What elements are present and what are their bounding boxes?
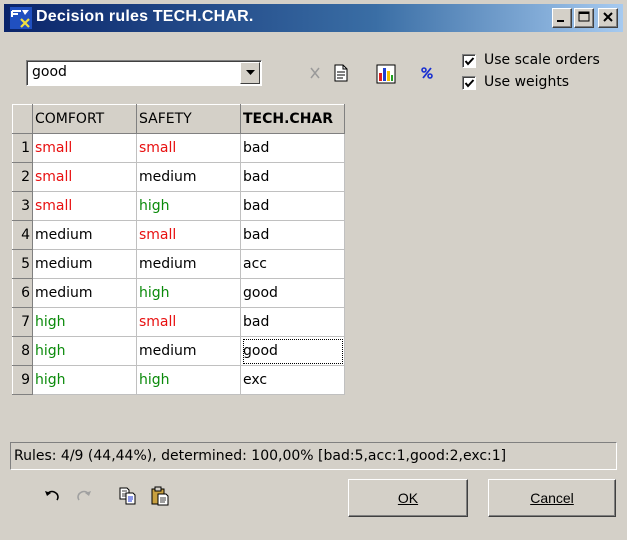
paste-icon [151, 486, 169, 506]
close-button[interactable] [598, 8, 618, 28]
cell-safety[interactable]: medium [136, 249, 241, 279]
cancel-label: Cancel [530, 490, 574, 506]
document-button[interactable] [328, 60, 354, 86]
cut-button[interactable] [302, 60, 328, 86]
checkmark-icon [464, 57, 475, 66]
cell-safety[interactable]: small [136, 307, 241, 337]
cell-comfort[interactable]: medium [32, 249, 137, 279]
grid-corner [12, 104, 33, 134]
ok-button[interactable]: OK [348, 479, 468, 517]
checkbox-label: Use scale orders [484, 52, 600, 68]
cell-safety[interactable]: small [136, 220, 241, 250]
column-header-comfort[interactable]: COMFORT [32, 104, 137, 134]
cell-tech-char[interactable]: exc [240, 365, 345, 395]
table-row[interactable]: 4 medium small bad [12, 220, 345, 250]
use-weights-checkbox[interactable]: Use weights [462, 74, 622, 92]
cell-comfort[interactable]: medium [32, 278, 137, 308]
cell-tech-char[interactable]: bad [240, 133, 345, 163]
cell-comfort[interactable]: high [32, 307, 137, 337]
cell-tech-char[interactable]: bad [240, 307, 345, 337]
decision-rules-window: Decision rules TECH.CHAR. good Use scale… [0, 0, 627, 540]
paste-button[interactable] [146, 482, 174, 510]
use-scale-orders-checkbox[interactable]: Use scale orders [462, 52, 622, 70]
grid-header-row: COMFORT SAFETY TECH.CHAR [12, 104, 345, 134]
row-number[interactable]: 7 [12, 307, 33, 337]
cell-comfort[interactable]: medium [32, 220, 137, 250]
title-bar[interactable]: Decision rules TECH.CHAR. [4, 4, 623, 32]
cell-comfort[interactable]: small [32, 133, 137, 163]
percent-button[interactable] [414, 60, 440, 86]
cell-safety[interactable]: small [136, 133, 241, 163]
redo-button[interactable] [70, 482, 98, 510]
row-number[interactable]: 9 [12, 365, 33, 395]
cell-tech-char[interactable]: good [240, 278, 345, 308]
row-number[interactable]: 6 [12, 278, 33, 308]
cell-tech-char[interactable]: acc [240, 249, 345, 279]
cell-comfort[interactable]: high [32, 336, 137, 366]
row-number[interactable]: 2 [12, 162, 33, 192]
maximize-icon [578, 11, 590, 22]
combo-dropdown-button[interactable] [240, 62, 260, 84]
checkbox-label: Use weights [484, 74, 570, 90]
redo-icon [77, 490, 91, 501]
undo-button[interactable] [38, 482, 66, 510]
cancel-button[interactable]: Cancel [488, 479, 616, 517]
status-bar: Rules: 4/9 (44,44%), determined: 100,00%… [10, 442, 617, 470]
cell-tech-char[interactable]: bad [240, 191, 345, 221]
row-number[interactable]: 5 [12, 249, 33, 279]
rules-grid: COMFORT SAFETY TECH.CHAR 1 small small bad 2… [12, 104, 345, 395]
checkbox-box[interactable] [462, 76, 476, 90]
checkmark-icon [464, 79, 475, 88]
cell-comfort[interactable]: small [32, 191, 137, 221]
minimize-button[interactable] [552, 8, 572, 28]
row-number[interactable]: 3 [12, 191, 33, 221]
cut-icon [310, 67, 320, 79]
column-header-tech-char[interactable]: TECH.CHAR [240, 104, 345, 134]
table-row[interactable]: 7 high small bad [12, 307, 345, 337]
copy-icon [119, 487, 136, 505]
cell-tech-char[interactable]: bad [240, 220, 345, 250]
undo-icon [45, 490, 59, 501]
table-row[interactable]: 5 medium medium acc [12, 249, 345, 279]
cell-safety[interactable]: high [136, 278, 241, 308]
combo-value: good [32, 64, 67, 80]
window-title: Decision rules TECH.CHAR. [36, 8, 254, 25]
cell-safety[interactable]: medium [136, 162, 241, 192]
table-row[interactable]: 6 medium high good [12, 278, 345, 308]
table-row[interactable]: 3 small high bad [12, 191, 345, 221]
row-number[interactable]: 4 [12, 220, 33, 250]
table-row[interactable]: 8 high medium good [12, 336, 345, 366]
column-header-safety[interactable]: SAFETY [136, 104, 241, 134]
row-number[interactable]: 8 [12, 336, 33, 366]
document-icon [334, 64, 348, 82]
chart-button[interactable] [372, 60, 398, 86]
status-text: Rules: 4/9 (44,44%), determined: 100,00%… [14, 448, 507, 464]
cell-tech-char[interactable]: good [240, 336, 345, 366]
maximize-button[interactable] [574, 8, 594, 28]
ok-label: OK [397, 490, 419, 506]
cell-comfort[interactable]: high [32, 365, 137, 395]
chevron-down-icon [246, 70, 255, 75]
table-row[interactable]: 1 small small bad [12, 133, 345, 163]
value-combobox[interactable]: good [26, 60, 262, 86]
cell-safety[interactable]: high [136, 191, 241, 221]
percent-icon [421, 67, 433, 79]
table-row[interactable]: 9 high high exc [12, 365, 345, 395]
cell-comfort[interactable]: small [32, 162, 137, 192]
cell-safety[interactable]: medium [136, 336, 241, 366]
grid-body: 1 small small bad 2 small medium bad 3 small high b… [12, 133, 345, 395]
copy-button[interactable] [114, 482, 142, 510]
chart-icon [376, 64, 396, 84]
cell-tech-char[interactable]: bad [240, 162, 345, 192]
row-number[interactable]: 1 [12, 133, 33, 163]
close-icon [603, 12, 613, 22]
cell-safety[interactable]: high [136, 365, 241, 395]
checkbox-box[interactable] [462, 54, 476, 68]
app-icon [10, 7, 32, 29]
minimize-icon [557, 20, 564, 22]
table-row[interactable]: 2 small medium bad [12, 162, 345, 192]
